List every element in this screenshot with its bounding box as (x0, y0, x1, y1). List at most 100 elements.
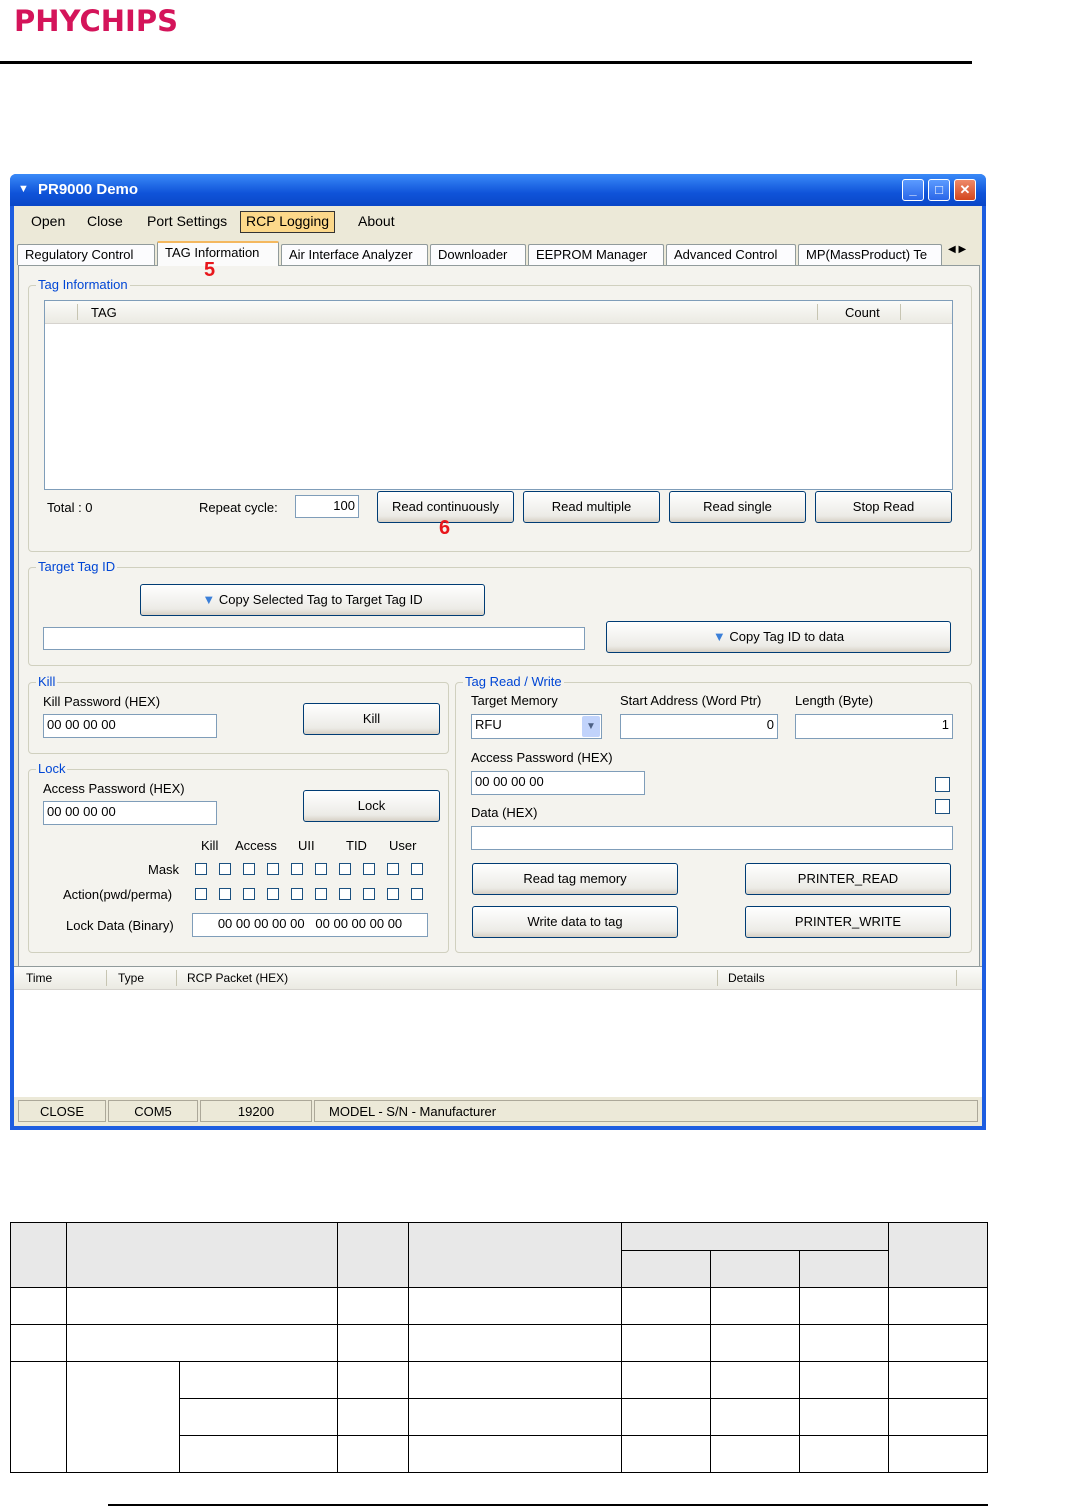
read-single-button[interactable]: Read single (669, 491, 806, 523)
tab-scroll-arrows-icon[interactable]: ◀ ▶ (948, 244, 966, 255)
action-checkbox[interactable] (339, 888, 351, 900)
lock-data-input[interactable]: 00 00 00 00 00 00 00 00 00 00 (192, 913, 428, 937)
action-checkbox[interactable] (243, 888, 255, 900)
header-rule (0, 61, 972, 64)
mask-checkbox[interactable] (363, 863, 375, 875)
rw-access-password-input[interactable]: 00 00 00 00 (471, 771, 645, 795)
log-list[interactable]: Time Type RCP Packet (HEX) Details (14, 966, 982, 1097)
table-header-cell (799, 1250, 889, 1288)
action-checkbox[interactable] (411, 888, 423, 900)
tab-tag-information[interactable]: TAG Information (157, 241, 279, 266)
table-header-cell (621, 1250, 711, 1288)
log-column-time[interactable]: Time (26, 971, 52, 985)
printer-write-button[interactable]: PRINTER_WRITE (745, 906, 951, 938)
log-column-rcp-packet[interactable]: RCP Packet (HEX) (187, 971, 288, 985)
client-area: Open Close Port Settings RCP Logging Abo… (14, 206, 982, 1126)
maximize-icon: □ (935, 182, 943, 197)
lock-access-password-input[interactable]: 00 00 00 00 (43, 801, 217, 825)
tab-advanced-control[interactable]: Advanced Control (666, 244, 796, 265)
menu-close[interactable]: Close (82, 211, 128, 231)
copy-tag-id-to-data-button[interactable]: ▼ Copy Tag ID to data (606, 621, 951, 653)
start-address-input[interactable]: 0 (620, 714, 778, 739)
column-tag[interactable]: TAG (91, 305, 117, 320)
stop-read-button[interactable]: Stop Read (815, 491, 952, 523)
copy-selected-tag-button[interactable]: ▼ Copy Selected Tag to Target Tag ID (140, 584, 485, 616)
mask-checkbox[interactable] (411, 863, 423, 875)
lock-header-access: Access (235, 838, 277, 853)
repeat-cycle-label: Repeat cycle: (199, 500, 278, 515)
kill-password-input[interactable]: 00 00 00 00 (43, 714, 217, 738)
lock-title: Lock (36, 761, 68, 776)
log-column-type[interactable]: Type (118, 971, 144, 985)
target-tag-id-input[interactable] (43, 627, 585, 650)
mask-checkbox[interactable] (339, 863, 351, 875)
chevron-down-icon[interactable]: ▼ (582, 716, 600, 737)
option-checkbox[interactable] (935, 777, 950, 792)
read-tag-memory-button[interactable]: Read tag memory (472, 863, 678, 895)
title-bar[interactable]: ▼ PR9000 Demo _ □ ✕ (10, 174, 986, 206)
mask-checkbox[interactable] (315, 863, 327, 875)
tab-regulatory-control[interactable]: Regulatory Control (17, 244, 155, 265)
system-menu-icon[interactable]: ▼ (18, 183, 29, 195)
action-checkbox[interactable] (195, 888, 207, 900)
lock-button[interactable]: Lock (303, 790, 440, 822)
option-checkbox[interactable] (935, 799, 950, 814)
data-hex-label: Data (HEX) (471, 805, 538, 820)
mask-checkbox[interactable] (243, 863, 255, 875)
mask-checkbox[interactable] (195, 863, 207, 875)
lock-header-tid: TID (346, 838, 367, 853)
lock-header-user: User (389, 838, 417, 853)
log-list-header: Time Type RCP Packet (HEX) Details (14, 967, 982, 990)
status-bar: CLOSE COM5 19200 MODEL - S/N - Manufactu… (14, 1100, 982, 1124)
menu-about[interactable]: About (353, 211, 400, 231)
mask-checkbox[interactable] (267, 863, 279, 875)
action-checkbox[interactable] (363, 888, 375, 900)
printer-read-button[interactable]: PRINTER_READ (745, 863, 951, 895)
mask-checkbox[interactable] (291, 863, 303, 875)
document-table (10, 1222, 988, 1473)
tag-list[interactable]: TAG Count (44, 300, 953, 490)
menu-open[interactable]: Open (26, 211, 70, 231)
minimize-button[interactable]: _ (902, 179, 924, 201)
action-checkbox[interactable] (291, 888, 303, 900)
tag-list-header: TAG Count (45, 301, 952, 324)
annotation-marker-6: 6 (439, 517, 451, 539)
tag-read-write-title: Tag Read / Write (463, 674, 564, 689)
mask-checkbox[interactable] (219, 863, 231, 875)
data-hex-input[interactable] (471, 826, 953, 850)
status-port: COM5 (108, 1100, 198, 1122)
start-address-label: Start Address (Word Ptr) (620, 693, 762, 708)
tag-information-title: Tag Information (36, 277, 130, 292)
target-memory-value: RFU (475, 717, 502, 732)
target-memory-select[interactable]: RFU ▼ (471, 714, 602, 739)
tab-eeprom-manager[interactable]: EEPROM Manager (528, 244, 664, 265)
repeat-cycle-input[interactable]: 100 (295, 495, 359, 518)
tag-information-page: Tag Information TAG Count Total : 0 Repe… (18, 265, 980, 967)
write-data-to-tag-button[interactable]: Write data to tag (472, 906, 678, 938)
action-checkbox[interactable] (315, 888, 327, 900)
table-row (10, 1361, 988, 1473)
phychips-logo: PHYCHIPS (10, 0, 270, 40)
action-checkbox[interactable] (387, 888, 399, 900)
menu-port-settings[interactable]: Port Settings (142, 211, 232, 231)
tab-downloader[interactable]: Downloader (430, 244, 526, 265)
action-checkbox[interactable] (267, 888, 279, 900)
log-column-details[interactable]: Details (728, 971, 765, 985)
triangle-down-icon: ▼ (202, 592, 216, 607)
table-header-cell (408, 1222, 622, 1288)
lock-access-password-label: Access Password (HEX) (43, 781, 185, 796)
lock-data-label: Lock Data (Binary) (66, 918, 174, 933)
tab-air-interface-analyzer[interactable]: Air Interface Analyzer (281, 244, 428, 265)
menu-rcp-logging[interactable]: RCP Logging (240, 211, 336, 233)
footer-rule (108, 1504, 988, 1506)
column-count[interactable]: Count (845, 305, 880, 320)
tab-mp-massproduct[interactable]: MP(MassProduct) Te (798, 244, 942, 265)
action-checkbox[interactable] (219, 888, 231, 900)
table-header-cell (337, 1222, 409, 1288)
mask-checkbox[interactable] (387, 863, 399, 875)
length-input[interactable]: 1 (795, 714, 953, 739)
kill-button[interactable]: Kill (303, 703, 440, 735)
read-multiple-button[interactable]: Read multiple (523, 491, 660, 523)
close-button[interactable]: ✕ (954, 179, 976, 201)
maximize-button[interactable]: □ (928, 179, 950, 201)
